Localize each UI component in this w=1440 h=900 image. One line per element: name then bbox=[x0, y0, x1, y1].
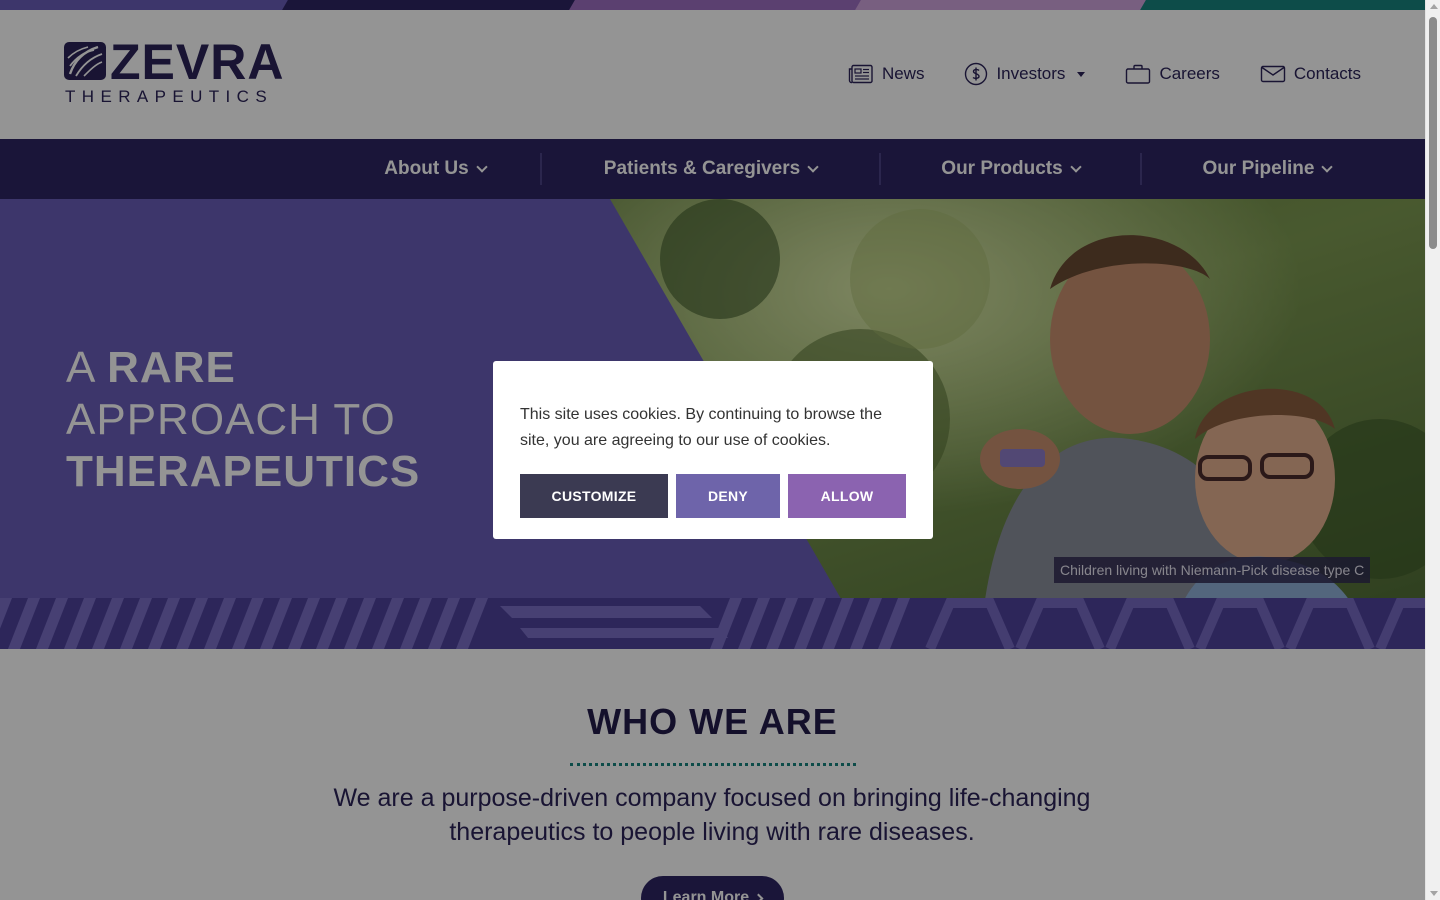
page-scrollbar[interactable] bbox=[1425, 0, 1440, 900]
cookie-message: This site uses cookies. By continuing to… bbox=[520, 406, 882, 449]
cookie-allow-button[interactable]: ALLOW bbox=[788, 474, 906, 518]
page: ZEVRA THERAPEUTICS News Investors Career… bbox=[0, 0, 1425, 900]
scroll-down-icon[interactable] bbox=[1430, 891, 1438, 896]
scrollbar-thumb[interactable] bbox=[1429, 17, 1437, 249]
cookie-deny-button[interactable]: DENY bbox=[676, 474, 780, 518]
cookie-customize-button[interactable]: CUSTOMIZE bbox=[520, 474, 668, 518]
cookie-consent-dialog: This site uses cookies. By continuing to… bbox=[493, 361, 933, 539]
scroll-up-icon[interactable] bbox=[1430, 4, 1438, 9]
